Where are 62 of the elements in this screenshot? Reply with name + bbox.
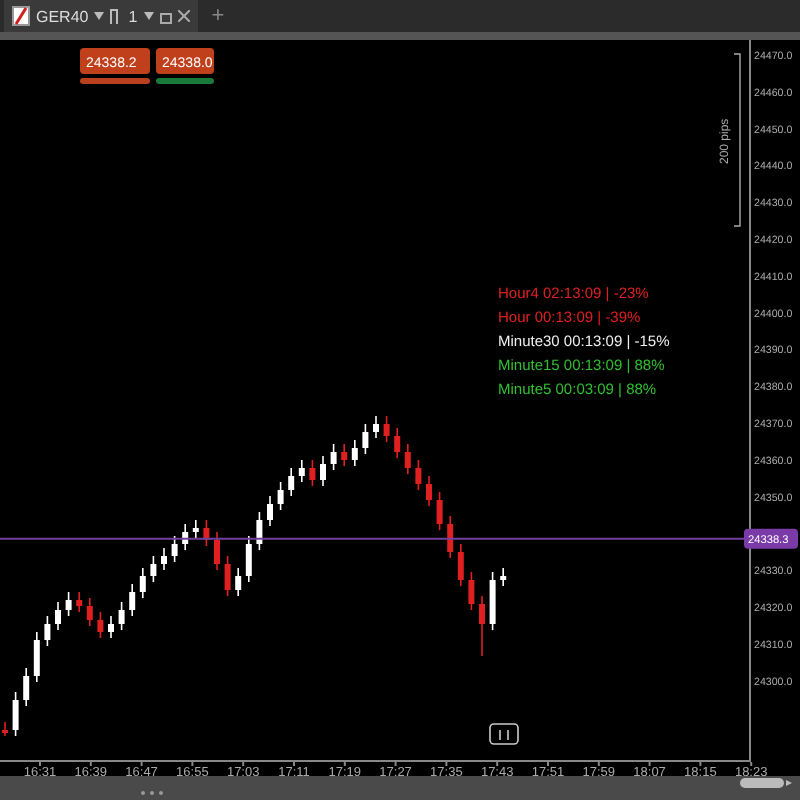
- candle: [383, 415, 390, 443]
- candle: [351, 439, 358, 467]
- candle: [277, 481, 284, 511]
- candle: [12, 691, 19, 737]
- symbol-tab[interactable]: GER40 1: [4, 0, 198, 32]
- sell-bar: [80, 78, 150, 84]
- bar-chart-icon: [110, 8, 123, 24]
- candle: [86, 597, 93, 627]
- candle: [161, 547, 167, 571]
- candle: [224, 555, 231, 597]
- candle: [426, 475, 432, 507]
- candle: [309, 459, 316, 487]
- candle: [150, 555, 157, 583]
- candle: [182, 523, 189, 551]
- caret-icon: [143, 12, 154, 20]
- candle: [288, 467, 295, 497]
- new-tab-button[interactable]: +: [205, 4, 231, 28]
- candle: [447, 515, 454, 559]
- candle: [214, 531, 220, 571]
- candle: [2, 721, 8, 737]
- candle: [394, 427, 401, 459]
- candle: [298, 459, 305, 483]
- candle: [108, 615, 114, 639]
- candle: [468, 571, 475, 611]
- candle: [139, 567, 146, 599]
- candle: [235, 567, 242, 597]
- candle: [362, 423, 369, 455]
- candle: [203, 519, 210, 547]
- candle: [23, 667, 30, 707]
- candle: [245, 535, 252, 583]
- candle: [457, 543, 464, 587]
- candle: [44, 615, 51, 647]
- symbol-label: GER40: [36, 7, 89, 25]
- close-icon: [177, 10, 190, 22]
- candle: [129, 583, 136, 617]
- candle: [33, 631, 40, 683]
- candle: [341, 443, 348, 467]
- candle: [256, 511, 263, 551]
- scrollbar-thumb[interactable]: [740, 778, 792, 788]
- candle: [479, 595, 485, 657]
- candle: [55, 601, 61, 631]
- candle: [415, 459, 422, 491]
- caret-icon: [94, 12, 105, 20]
- candle: [76, 591, 83, 613]
- candle: [500, 567, 507, 587]
- grip-icon[interactable]: [140, 790, 164, 796]
- chart-icon: [12, 6, 30, 26]
- candle: [404, 443, 411, 475]
- candle: [171, 535, 178, 563]
- candle: [373, 415, 379, 439]
- candle: [330, 443, 337, 471]
- candle: [320, 455, 326, 487]
- marker-icon[interactable]: [489, 723, 519, 745]
- buy-bar: [156, 78, 214, 84]
- timeframe-label: 1: [128, 7, 138, 25]
- candle: [65, 591, 72, 617]
- candle: [118, 601, 125, 631]
- candle: [97, 611, 104, 639]
- candle: [436, 491, 443, 531]
- candle: [192, 519, 199, 539]
- candle: [489, 571, 496, 631]
- candle: [267, 495, 273, 527]
